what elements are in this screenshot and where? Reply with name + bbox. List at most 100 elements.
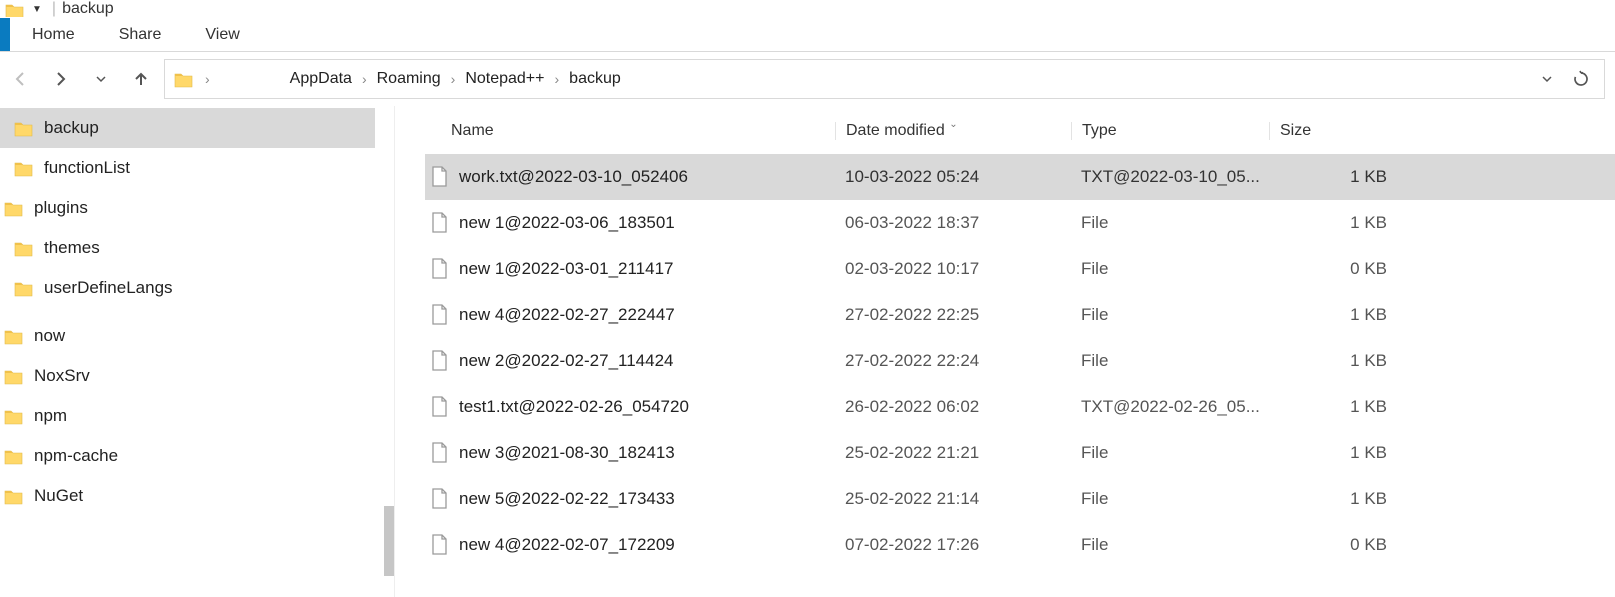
column-date-label: Date modified [846,122,945,139]
file-name: new 1@2022-03-01_211417 [459,259,674,279]
up-button[interactable] [124,62,158,96]
file-name: new 2@2022-02-27_114424 [459,351,674,371]
crumb-backup[interactable]: backup [561,70,629,88]
file-size: 1 KB [1269,213,1399,233]
table-row[interactable]: test1.txt@2022-02-26_054720 26-02-2022 06… [425,384,1615,430]
sidebar-item-label: npm [34,406,67,426]
refresh-button[interactable] [1572,70,1596,88]
title-bar: ▼ | backup [0,0,1615,18]
file-name: test1.txt@2022-02-26_054720 [459,397,689,417]
sidebar-item-nuget[interactable]: NuGet [0,476,375,516]
quick-access-dropdown-icon[interactable]: ▼ [30,4,44,15]
sidebar-item-label: backup [44,118,99,138]
sidebar-item-themes[interactable]: themes [0,228,375,268]
column-size[interactable]: Size [1269,122,1399,140]
title-separator: | [52,0,56,18]
file-type: File [1071,489,1269,509]
folder-icon [4,406,24,426]
file-type: File [1071,443,1269,463]
sidebar-item-label: themes [44,238,100,258]
file-type: TXT@2022-03-10_05... [1071,167,1269,187]
file-name: new 5@2022-02-22_173433 [459,489,675,509]
file-name: work.txt@2022-03-10_052406 [459,167,688,187]
tab-share[interactable]: Share [97,18,184,51]
table-row[interactable]: work.txt@2022-03-10_052406 10-03-2022 05:… [425,154,1615,200]
table-row[interactable]: new 5@2022-02-22_173433 25-02-2022 21:14F… [425,476,1615,522]
sidebar-item-npm[interactable]: npm [0,396,375,436]
file-icon [429,304,449,326]
file-icon [429,350,449,372]
sidebar-item-backup[interactable]: backup [0,108,375,148]
file-date: 25-02-2022 21:21 [835,443,1071,463]
address-bar[interactable]: › AppData › Roaming › Notepad++ › backup [164,59,1605,99]
file-type: File [1071,351,1269,371]
crumb-notepadpp[interactable]: Notepad++ [457,70,552,88]
file-list-area: Name ⌄ Date modified Type Size work.txt@… [395,106,1615,597]
table-row[interactable]: new 1@2022-03-01_21141702-03-2022 10:17F… [425,246,1615,292]
sidebar-item-npm-cache[interactable]: npm-cache [0,436,375,476]
table-row[interactable]: new 2@2022-02-27_114424 27-02-2022 22:24F… [425,338,1615,384]
file-date: 25-02-2022 21:14 [835,489,1071,509]
sidebar-item-label: functionList [44,158,130,178]
chevron-right-icon[interactable]: › [555,71,560,87]
file-icon [429,488,449,510]
file-name: new 1@2022-03-06_183501 [459,213,675,233]
folder-icon [4,486,24,506]
file-name: new 4@2022-02-07_172209 [459,535,675,555]
folder-icon [14,158,34,178]
chevron-right-icon[interactable]: › [362,71,367,87]
navigation-pane[interactable]: backup functionList plugins themes userDefin… [0,106,395,597]
sidebar-item-plugins[interactable]: plugins [0,188,375,228]
file-size: 1 KB [1269,167,1399,187]
nav-row: › AppData › Roaming › Notepad++ › backup [0,52,1615,106]
folder-icon [4,326,24,346]
sidebar-item-label: userDefineLangs [44,278,173,298]
chevron-right-icon[interactable]: › [451,71,456,87]
sidebar-item-label: plugins [34,198,88,218]
column-name[interactable]: Name [425,122,835,140]
sidebar-item-noxsrv[interactable]: NoxSrv [0,356,375,396]
file-date: 26-02-2022 06:02 [835,397,1071,417]
sidebar-item-functionlist[interactable]: functionList [0,148,375,188]
table-row[interactable]: new 4@2022-02-27_22244727-02-2022 22:25F… [425,292,1615,338]
tab-view[interactable]: View [183,18,261,51]
folder-icon [14,278,34,298]
file-icon [429,442,449,464]
file-date: 06-03-2022 18:37 [835,213,1071,233]
table-row[interactable]: new 4@2022-02-07_17220907-02-2022 17:26F… [425,522,1615,568]
ribbon: Home Share View [0,18,1615,52]
sidebar-item-userdefinelangs[interactable]: userDefineLangs [0,268,375,308]
address-folder-icon [173,68,195,90]
tab-home[interactable]: Home [10,18,97,51]
column-type[interactable]: Type [1071,122,1269,140]
file-icon [429,534,449,556]
file-icon [429,212,449,234]
file-date: 27-02-2022 22:25 [835,305,1071,325]
sidebar-item-now[interactable]: now [0,316,375,356]
recent-locations-dropdown[interactable] [84,62,118,96]
file-type: File [1071,213,1269,233]
file-icon [429,396,449,418]
crumb-appdata[interactable]: AppData [282,70,360,88]
folder-icon [4,198,24,218]
file-date: 10-03-2022 05:24 [835,167,1071,187]
sidebar-scrollbar-thumb[interactable] [384,506,394,576]
back-button[interactable] [4,62,38,96]
table-row[interactable]: new 1@2022-03-06_183501 06-03-2022 18:37F… [425,200,1615,246]
file-tab[interactable] [0,18,10,51]
crumb-roaming[interactable]: Roaming [369,70,449,88]
column-date-modified[interactable]: ⌄ Date modified [835,122,1071,140]
address-history-dropdown[interactable] [1540,72,1564,86]
chevron-right-icon[interactable]: › [205,71,210,87]
file-type: File [1071,535,1269,555]
file-size: 1 KB [1269,489,1399,509]
sidebar-item-label: npm-cache [34,446,118,466]
file-size: 1 KB [1269,397,1399,417]
forward-button[interactable] [44,62,78,96]
sidebar-item-label: NoxSrv [34,366,90,386]
file-size: 0 KB [1269,535,1399,555]
sort-indicator-icon: ⌄ [949,119,957,130]
table-row[interactable]: new 3@2021-08-30_18241325-02-2022 21:21F… [425,430,1615,476]
file-date: 27-02-2022 22:24 [835,351,1071,371]
folder-icon [4,366,24,386]
